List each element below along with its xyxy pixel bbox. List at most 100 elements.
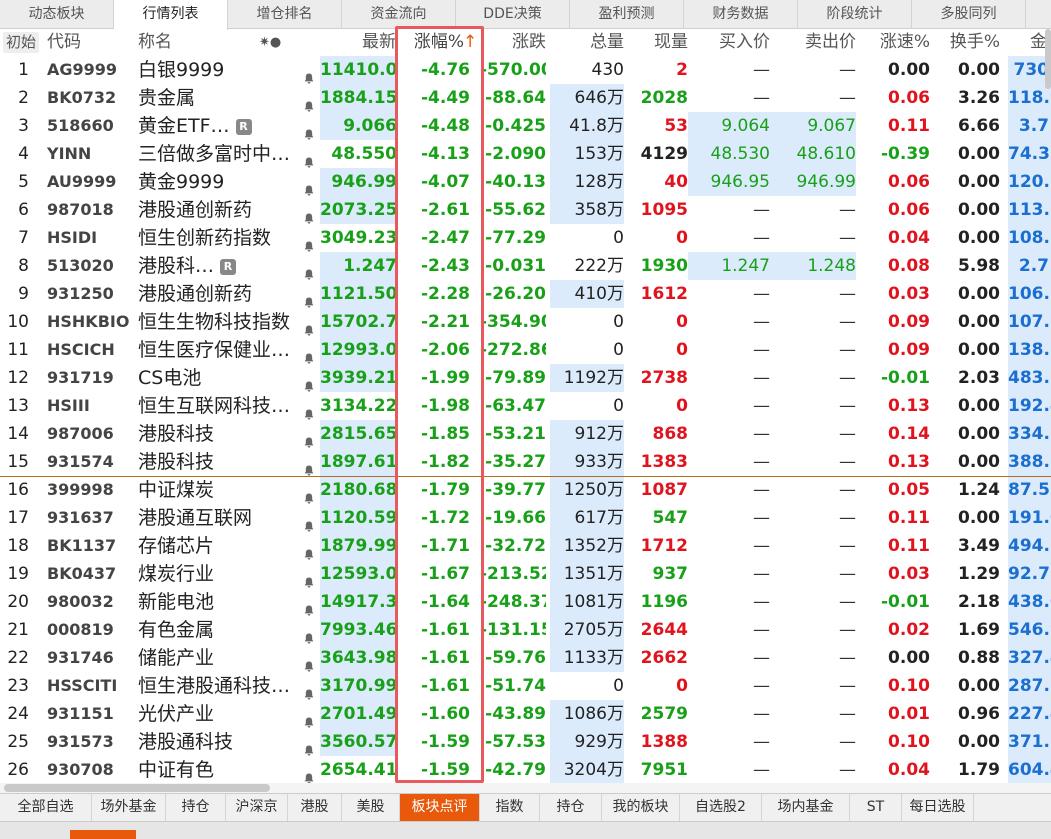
bell-icon[interactable] — [304, 205, 314, 224]
bell-icon[interactable] — [304, 765, 314, 784]
header-cur[interactable]: 现量 — [624, 29, 688, 56]
table-row[interactable]: 13 HSIII 恒生互联网科技… 3134.22 -1.98 -63.47 0 0 — — 0.1… — [0, 392, 1051, 420]
table-row[interactable]: 8 513020 港股科… R 1.247 -2.43 -0.031 222万 1930 1.24… — [0, 252, 1051, 280]
turnover-pct: 1.24 — [958, 480, 1000, 500]
header-pct[interactable]: 涨幅% — [398, 29, 464, 56]
bottom-tab[interactable]: 每日选股 — [902, 794, 974, 821]
table-row[interactable]: 1 AG9999 白银9999 11410.00 -4.76 -570.00 430 2 — — 0… — [0, 56, 1051, 84]
current-volume: 1930 — [640, 256, 688, 276]
scrollbar-thumb[interactable] — [4, 784, 270, 792]
top-tab[interactable]: 财务数据 — [684, 0, 798, 29]
top-tab[interactable]: DDE决策 — [456, 0, 570, 29]
bell-icon[interactable] — [304, 373, 314, 392]
table-row[interactable]: 15 931574 港股科技 1897.61 -1.82 -35.27 933万 1383 — —… — [0, 448, 1051, 476]
bell-icon[interactable] — [304, 177, 314, 196]
top-tab[interactable]: 资金流向 — [342, 0, 456, 29]
top-tab[interactable]: 多股同列 — [912, 0, 1026, 29]
sort-arrow-icon[interactable]: ↑ — [463, 29, 477, 56]
table-row[interactable]: 11 HSCICH 恒生医疗保健业… 12993.00 -2.06 -272.86 0 0 — —… — [0, 336, 1051, 364]
header-init[interactable]: 初始 — [3, 32, 39, 53]
bell-icon[interactable] — [304, 93, 314, 112]
table-row[interactable]: 12 931719 CS电池 3939.21 -1.99 -79.89 1192万 2738 —… — [0, 364, 1051, 392]
table-row[interactable]: 25 931573 港股通科技 3560.57 -1.59 -57.53 929万 1388 —… — [0, 728, 1051, 756]
header-speed[interactable]: 涨速% — [856, 29, 930, 56]
header-last[interactable]: 最新 — [330, 29, 396, 56]
bell-icon[interactable] — [304, 65, 314, 84]
speed-pct: 0.00 — [888, 648, 930, 668]
top-tab[interactable]: 阶段统计 — [798, 0, 912, 29]
bell-icon[interactable] — [304, 121, 314, 140]
bell-icon[interactable] — [304, 401, 314, 420]
bell-icon[interactable] — [304, 625, 314, 644]
top-tab[interactable]: 行情列表 — [114, 0, 228, 30]
turnover-pct: 2.18 — [958, 592, 1000, 612]
header-code[interactable]: 代码 — [47, 29, 107, 56]
table-row[interactable]: 26 930708 中证有色 2654.41 -1.59 -42.79 3204万 7951 —… — [0, 756, 1051, 784]
top-tab[interactable]: 动态板块 — [0, 0, 114, 29]
bell-icon[interactable] — [304, 681, 314, 700]
table-row[interactable]: 9 931250 港股通创新药 1121.50 -2.28 -26.20 410万 1612 —… — [0, 280, 1051, 308]
table-row[interactable]: 17 931637 港股通互联网 1120.59 -1.72 -19.66 617万 547 —… — [0, 504, 1051, 532]
bell-icon[interactable] — [304, 149, 314, 168]
table-row[interactable]: 20 980032 新能电池 14917.35 -1.64 -248.371081万 119… — [0, 588, 1051, 616]
header-bid[interactable]: 买入价 — [688, 29, 770, 56]
bell-icon[interactable] — [304, 737, 314, 756]
table-row[interactable]: 21 000819 有色金属 7993.46 -1.61 -131.15 2705万 2644… — [0, 616, 1051, 644]
bell-icon[interactable] — [304, 709, 314, 728]
bottom-tab[interactable]: 场内基金 — [762, 794, 850, 821]
table-row[interactable]: 2 BK0732 贵金属 1884.15 -4.49 -88.64 646万 2028 — — 0.… — [0, 84, 1051, 112]
bottom-tab[interactable]: ST — [850, 794, 902, 821]
table-row[interactable]: 22 931746 储能产业 3643.98 -1.61 -59.76 1133万 2662 —… — [0, 644, 1051, 672]
bottom-tab[interactable]: 自选股2 — [680, 794, 762, 821]
bell-icon[interactable] — [304, 345, 314, 364]
bell-icon[interactable] — [304, 261, 314, 280]
header-vol[interactable]: 总量 — [550, 29, 624, 56]
bottom-tab[interactable]: 持仓 — [540, 794, 602, 821]
bottom-tab[interactable]: 我的板块 — [602, 794, 680, 821]
header-ask[interactable]: 卖出价 — [770, 29, 856, 56]
bottom-tab[interactable]: 沪深京 — [226, 794, 288, 821]
bottom-tab[interactable]: 全部自选 — [0, 794, 92, 821]
last-price: 15702.76 — [320, 308, 398, 336]
table-row[interactable]: 6 987018 港股通创新药 2073.25 -2.61 -55.62 358万 1095 —… — [0, 196, 1051, 224]
bell-icon[interactable] — [304, 289, 314, 308]
vertical-scrollbar[interactable] — [1045, 29, 1051, 89]
stock-code: 987018 — [47, 200, 114, 219]
current-volume: 1712 — [640, 536, 688, 556]
speed-pct: -0.39 — [881, 144, 930, 164]
bell-icon[interactable] — [304, 485, 314, 504]
bell-icon[interactable] — [304, 429, 314, 448]
header-turn[interactable]: 换手% — [930, 29, 1000, 56]
bottom-tab[interactable]: 指数 — [480, 794, 540, 821]
bottom-tab[interactable]: 港股 — [288, 794, 342, 821]
bottom-tab[interactable]: 美股 — [342, 794, 400, 821]
header-chg[interactable]: 涨跌 — [480, 29, 546, 56]
bell-icon[interactable] — [304, 597, 314, 616]
bell-icon[interactable] — [304, 541, 314, 560]
table-row[interactable]: 10 HSHKBIO 恒生生物科技指数 15702.76 -2.21 -354.90 0 0 —… — [0, 308, 1051, 336]
table-row[interactable]: 24 931151 光伏产业 2701.49 -1.60 -43.89 1086万 2579 —… — [0, 700, 1051, 728]
table-row[interactable]: 16 399998 中证煤炭 2180.68 -1.79 -39.77 1250万 1087 —… — [0, 476, 1051, 504]
header-flag-icons[interactable]: ✷● — [259, 29, 289, 56]
table-row[interactable]: 7 HSIDI 恒生创新药指数 3049.23 -2.47 -77.29 0 0 — — 0.04 0… — [0, 224, 1051, 252]
table-row[interactable]: 4 YINN 三倍做多富时中… 48.550 -4.13 -2.090 153万 4129 48… — [0, 140, 1051, 168]
horizontal-scrollbar[interactable] — [0, 783, 1051, 793]
bottom-tab[interactable]: 场外基金 — [92, 794, 166, 821]
bell-icon[interactable] — [304, 233, 314, 252]
bottom-tab[interactable]: 持仓 — [166, 794, 226, 821]
table-row[interactable]: 3 518660 黄金ETF… R 9.066 -4.48 -0.425 41.8万 53 9.0… — [0, 112, 1051, 140]
table-row[interactable]: 19 BK0437 煤炭行业 12593.07 -1.67 -213.521351万 937… — [0, 560, 1051, 588]
bell-icon[interactable] — [304, 653, 314, 672]
top-tab[interactable]: 盈利预测 — [570, 0, 684, 29]
table-row[interactable]: 23 HSSCITI 恒生港股通科技… 3170.99 -1.61 -51.74 0 0 — — 0… — [0, 672, 1051, 700]
table-row[interactable]: 14 987006 港股科技 2815.65 -1.85 -53.21 912万 868 — — 0… — [0, 420, 1051, 448]
table-row[interactable]: 5 AU9999 黄金9999 946.99 -4.07 -40.13 128万 40 946.… — [0, 168, 1051, 196]
bottom-tab[interactable]: 板块点评 — [400, 794, 480, 821]
top-tab[interactable]: 增仓排名 — [228, 0, 342, 29]
bell-icon[interactable] — [304, 513, 314, 532]
bell-icon[interactable] — [304, 569, 314, 588]
bell-icon[interactable] — [304, 457, 314, 476]
header-name[interactable]: 称名 — [138, 29, 198, 56]
table-row[interactable]: 18 BK1137 存储芯片 1879.99 -1.71 -32.72 1352万 1712 —… — [0, 532, 1051, 560]
bell-icon[interactable] — [304, 317, 314, 336]
